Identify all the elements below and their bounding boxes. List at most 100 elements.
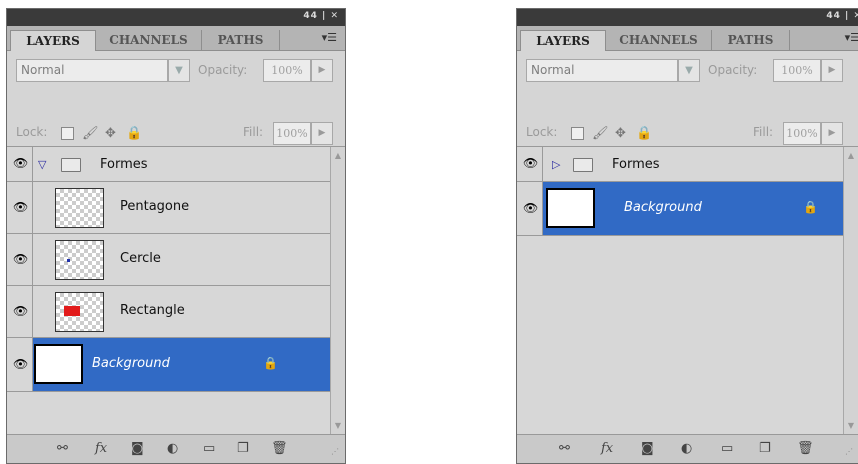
panel-titlebar[interactable]: 44 | ✕ <box>7 9 345 26</box>
add-mask-icon[interactable]: ◙ <box>131 441 144 456</box>
layers-toolbar: ⚯ fx ◙ ◐ ▭ ❐ 🗑 ⋰ <box>517 434 858 463</box>
lock-transparent-pixels-icon[interactable] <box>61 127 74 140</box>
folder-icon <box>573 158 593 172</box>
opacity-field[interactable]: 100% <box>773 59 821 82</box>
blend-mode-select[interactable]: Normal <box>526 59 678 82</box>
eye-icon[interactable]: 👁 <box>523 202 538 214</box>
layer-row-group[interactable]: 👁 ▽ Formes <box>7 147 330 182</box>
group-collapsed-triangle-icon[interactable]: ▷ <box>552 158 560 171</box>
visibility-cell[interactable]: 👁 <box>517 147 543 181</box>
panel-menu-icon[interactable]: ▾☰ <box>322 31 337 44</box>
fill-slider-arrow-icon[interactable]: ▶ <box>311 122 333 145</box>
layers-list: 👁 ▷ Formes 👁 Background 🔒 ▲ ▼ <box>517 146 858 435</box>
layer-row[interactable]: 👁 Pentagone <box>7 182 330 234</box>
resize-grip-icon[interactable]: ⋰ <box>331 447 339 456</box>
visibility-cell[interactable]: 👁 <box>7 147 33 181</box>
lock-icon: 🔒 <box>263 356 278 370</box>
visibility-cell[interactable]: 👁 <box>7 234 33 285</box>
lock-image-pixels-icon[interactable]: 🖌 <box>592 126 609 141</box>
new-group-icon[interactable]: ▭ <box>721 441 733 456</box>
trash-icon[interactable]: 🗑 <box>271 441 288 456</box>
blend-mode-dropdown-icon[interactable]: ▼ <box>678 59 700 82</box>
fill-field[interactable]: 100% <box>273 122 311 145</box>
tab-paths[interactable]: PATHS <box>712 30 790 50</box>
tab-paths[interactable]: PATHS <box>202 30 280 50</box>
new-group-icon[interactable]: ▭ <box>203 441 215 456</box>
opacity-field[interactable]: 100% <box>263 59 311 82</box>
layer-name: Cercle <box>120 251 161 266</box>
blend-mode-select[interactable]: Normal <box>16 59 168 82</box>
panel-tabs: LAYERS CHANNELS PATHS ▾☰ <box>7 26 345 51</box>
group-expanded-triangle-icon[interactable]: ▽ <box>38 158 46 171</box>
layers-toolbar: ⚯ fx ◙ ◐ ▭ ❐ 🗑 ⋰ <box>7 434 345 463</box>
tab-layers[interactable]: LAYERS <box>10 30 96 51</box>
lock-image-pixels-icon[interactable]: 🖌 <box>82 126 99 141</box>
fill-label: Fill: <box>243 125 264 139</box>
layer-row[interactable]: 👁 Cercle <box>7 234 330 286</box>
fill-field[interactable]: 100% <box>783 122 821 145</box>
adjustment-layer-icon[interactable]: ◐ <box>681 441 692 456</box>
blend-mode-dropdown-icon[interactable]: ▼ <box>168 59 190 82</box>
panel-collapse-close-controls[interactable]: 44 | ✕ <box>826 11 858 21</box>
lock-transparent-pixels-icon[interactable] <box>571 127 584 140</box>
eye-icon[interactable]: 👁 <box>13 305 28 317</box>
lock-position-icon[interactable]: ✥ <box>615 126 626 141</box>
layer-thumbnail <box>546 188 595 228</box>
layers-panel-expanded: 44 | ✕ LAYERS CHANNELS PATHS ▾☰ Normal ▼… <box>6 8 346 464</box>
fx-icon[interactable]: fx <box>95 441 107 456</box>
fx-icon[interactable]: fx <box>601 441 613 456</box>
layers-panel-collapsed: 44 | ✕ LAYERS CHANNELS PATHS ▾☰ Normal ▼… <box>516 8 858 464</box>
visibility-cell[interactable]: 👁 <box>517 182 543 235</box>
lock-all-icon[interactable]: 🔒 <box>126 126 142 141</box>
tab-channels[interactable]: CHANNELS <box>96 30 202 50</box>
panel-collapse-close-controls[interactable]: 44 | ✕ <box>303 11 339 21</box>
dot-shape <box>67 259 70 262</box>
panel-tabs: LAYERS CHANNELS PATHS ▾☰ <box>517 26 858 51</box>
visibility-cell[interactable]: 👁 <box>7 182 33 233</box>
opacity-slider-arrow-icon[interactable]: ▶ <box>821 59 843 82</box>
new-layer-icon[interactable]: ❐ <box>759 441 771 456</box>
panel-titlebar[interactable]: 44 | ✕ <box>517 9 858 26</box>
visibility-cell[interactable]: 👁 <box>7 286 33 337</box>
layer-name: Formes <box>612 157 660 172</box>
layer-row[interactable]: 👁 Rectangle <box>7 286 330 338</box>
scroll-down-icon[interactable]: ▼ <box>332 419 344 433</box>
eye-icon[interactable]: 👁 <box>13 358 28 370</box>
layer-row-group[interactable]: 👁 ▷ Formes <box>517 147 843 182</box>
scroll-down-icon[interactable]: ▼ <box>845 419 857 433</box>
link-layers-icon[interactable]: ⚯ <box>57 441 68 456</box>
eye-icon[interactable]: 👁 <box>523 157 538 169</box>
visibility-cell[interactable]: 👁 <box>7 338 33 391</box>
scroll-up-icon[interactable]: ▲ <box>845 149 857 163</box>
layer-row-background-selected[interactable]: 👁 Background 🔒 <box>7 338 330 392</box>
eye-icon[interactable]: 👁 <box>13 157 28 169</box>
resize-grip-icon[interactable]: ⋰ <box>845 447 853 456</box>
lock-all-icon[interactable]: 🔒 <box>636 126 652 141</box>
tab-channels[interactable]: CHANNELS <box>606 30 712 50</box>
fill-slider-arrow-icon[interactable]: ▶ <box>821 122 843 145</box>
lock-position-icon[interactable]: ✥ <box>105 126 116 141</box>
opacity-slider-arrow-icon[interactable]: ▶ <box>311 59 333 82</box>
layer-name: Background <box>624 200 702 215</box>
eye-icon[interactable]: 👁 <box>13 253 28 265</box>
layer-name: Rectangle <box>120 303 185 318</box>
layers-scrollbar[interactable]: ▲ ▼ <box>330 147 345 435</box>
layer-thumbnail <box>55 292 104 332</box>
panel-menu-icon[interactable]: ▾☰ <box>845 31 858 44</box>
new-layer-icon[interactable]: ❐ <box>237 441 249 456</box>
layer-row-background-selected[interactable]: 👁 Background 🔒 <box>517 182 843 236</box>
scroll-up-icon[interactable]: ▲ <box>332 149 344 163</box>
layers-scrollbar[interactable]: ▲ ▼ <box>843 147 858 435</box>
eye-icon[interactable]: 👁 <box>13 201 28 213</box>
trash-icon[interactable]: 🗑 <box>797 441 814 456</box>
rectangle-shape <box>64 306 80 316</box>
add-mask-icon[interactable]: ◙ <box>641 441 654 456</box>
link-layers-icon[interactable]: ⚯ <box>559 441 570 456</box>
fill-label: Fill: <box>753 125 774 139</box>
lock-icon: 🔒 <box>803 200 818 214</box>
lock-label: Lock: <box>16 125 48 139</box>
tab-layers[interactable]: LAYERS <box>520 30 606 51</box>
layer-name: Background <box>92 356 170 371</box>
adjustment-layer-icon[interactable]: ◐ <box>167 441 178 456</box>
layer-name: Pentagone <box>120 199 190 214</box>
